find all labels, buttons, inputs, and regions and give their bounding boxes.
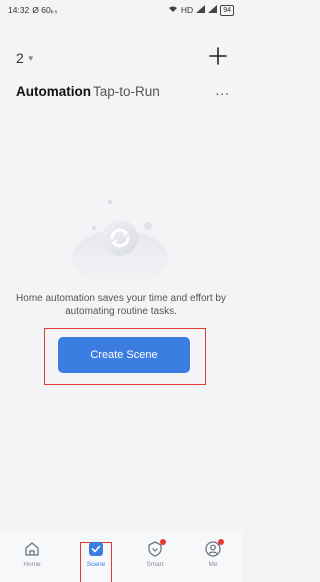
bottom-navigation: Home Scene Smart Me xyxy=(0,530,242,582)
caret-down-icon: ▼ xyxy=(26,53,35,63)
empty-state-message: Home automation saves your time and effo… xyxy=(16,293,226,317)
nav-me[interactable]: Me xyxy=(193,539,233,568)
nav-home[interactable]: Home xyxy=(12,540,52,568)
nav-smart[interactable]: Smart xyxy=(135,539,175,568)
home-name: 2 xyxy=(16,50,24,66)
nav-home-label: Home xyxy=(23,561,41,568)
signal-icon-2 xyxy=(208,5,218,15)
battery-indicator: 94 xyxy=(220,4,234,16)
home-selector[interactable]: 2 ▼ xyxy=(16,50,35,66)
automation-illustration xyxy=(60,188,180,286)
tab-tap-to-run[interactable]: Tap-to-Run xyxy=(93,84,160,99)
more-options-button[interactable]: ... xyxy=(215,82,230,98)
me-badge xyxy=(218,539,224,545)
status-network: HD xyxy=(180,5,194,15)
create-scene-button[interactable]: Create Scene xyxy=(58,337,190,373)
nav-scene[interactable]: Scene xyxy=(76,540,116,568)
smart-badge xyxy=(160,539,166,545)
signal-icon xyxy=(196,5,206,15)
tab-bar: Automation Tap-to-Run ... xyxy=(0,80,242,106)
status-bar: 14:32 Ø 60ₖₛ HD 94 xyxy=(0,0,242,20)
create-scene-highlight: Create Scene xyxy=(44,328,206,385)
nav-scene-label: Scene xyxy=(86,561,106,568)
home-icon xyxy=(25,542,39,556)
status-time: 14:32 xyxy=(8,5,30,15)
nav-smart-label: Smart xyxy=(146,561,164,568)
add-button[interactable] xyxy=(206,44,230,68)
status-indicators: Ø 60ₖₛ xyxy=(32,4,58,15)
tab-automation[interactable]: Automation xyxy=(16,84,91,99)
plus-icon xyxy=(209,47,227,65)
scene-check-icon xyxy=(89,542,103,556)
nav-me-label: Me xyxy=(208,561,218,568)
top-bar: 2 ▼ xyxy=(0,44,242,76)
wifi-icon xyxy=(168,5,178,15)
